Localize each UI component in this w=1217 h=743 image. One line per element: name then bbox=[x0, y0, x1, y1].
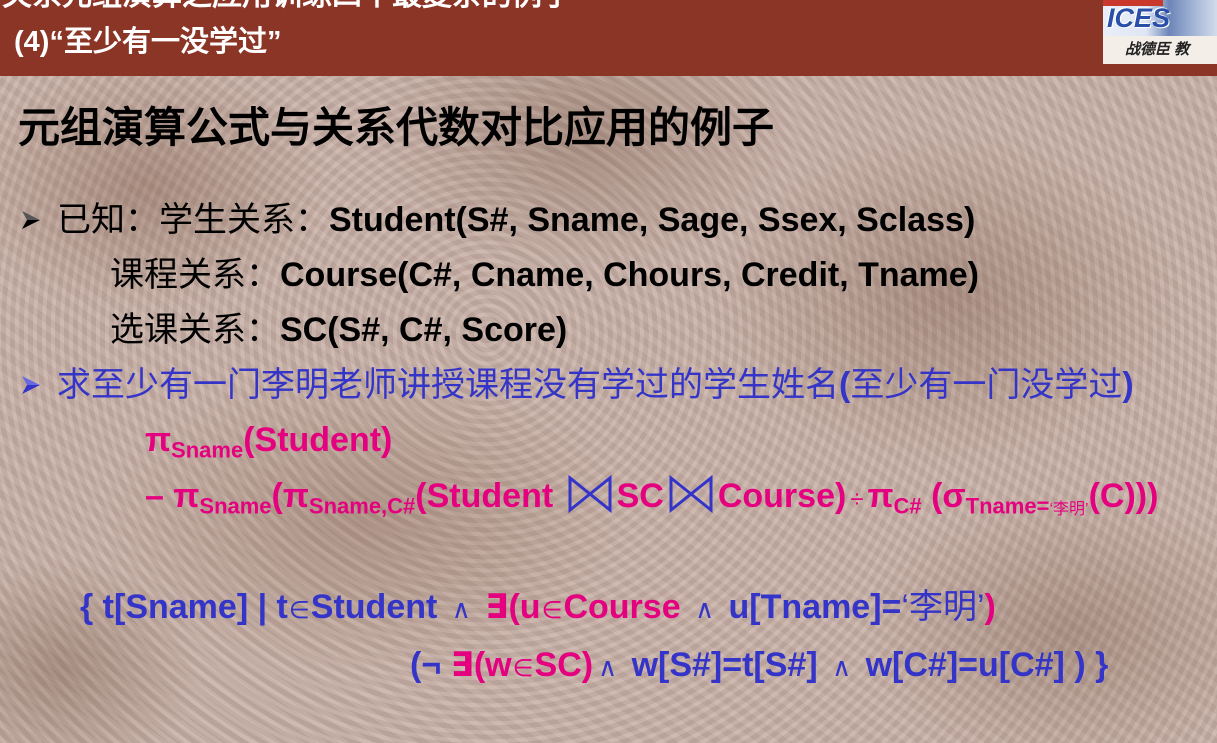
relation-label: 课程关系： bbox=[110, 256, 280, 294]
question-line: 求至少有一门李明老师讲授课程没有学过的学生姓名(至少有一门没学过) bbox=[57, 365, 1134, 405]
formula-segment: ∃(w bbox=[450, 646, 512, 684]
pi-symbol: π bbox=[145, 421, 172, 459]
page-title: 元组演算公式与关系代数对比应用的例子 bbox=[18, 104, 775, 151]
formula-segment: Course) bbox=[717, 477, 847, 515]
division-symbol: ÷ bbox=[850, 486, 864, 513]
slide: 关系元组演算之应用训练四个最复杂的例子 (4)“至少有一没学过” ICES 战德… bbox=[0, 0, 1217, 743]
formula-segment: (¬ bbox=[410, 646, 451, 684]
and-symbol: ∧ bbox=[695, 594, 715, 624]
formula-segment: (Student) bbox=[243, 421, 393, 459]
relation-schema: Student(S#, Sname, Sage, Ssex, Sclass) bbox=[329, 201, 976, 239]
known-line-sc: 选课关系：SC(S#, C#, Score) bbox=[110, 310, 567, 350]
subscript: ‘李明’ bbox=[1049, 501, 1089, 519]
formula-segment: ‘李明’ bbox=[901, 588, 985, 626]
formula-segment: { t[Sname] | t bbox=[80, 588, 288, 626]
question-note: 至少有一门没学过 bbox=[850, 366, 1123, 404]
relation-schema: Course(C#, Cname, Chours, Credit, Tname) bbox=[280, 256, 980, 294]
and-symbol: ∧ bbox=[451, 594, 471, 624]
formula-segment: ) bbox=[984, 588, 996, 626]
element-of-symbol: ∈ bbox=[512, 655, 534, 682]
arrowhead-bullet-icon bbox=[22, 376, 40, 394]
header-bar: 关系元组演算之应用训练四个最复杂的例子 (4)“至少有一没学过” bbox=[0, 0, 1217, 76]
formula-segment: SC bbox=[616, 477, 664, 515]
formula-segment: (C))) bbox=[1088, 477, 1159, 515]
calculus-line-1: { t[Sname] | t∈Student ∧ ∃(u∈Course ∧ u[… bbox=[80, 587, 996, 631]
subscript: Sname,C# bbox=[308, 493, 416, 519]
formula-segment: (σ bbox=[921, 477, 966, 515]
element-of-symbol: ∈ bbox=[541, 597, 563, 624]
formula-segment: Course bbox=[563, 588, 691, 626]
subscript: Sname bbox=[171, 437, 244, 463]
formula-segment: (π bbox=[271, 477, 309, 515]
and-symbol: ∧ bbox=[832, 652, 852, 682]
known-line-student: 已知：学生关系：Student(S#, Sname, Sage, Ssex, S… bbox=[57, 200, 975, 240]
relation-label: 学生关系： bbox=[159, 201, 329, 239]
header-subtitle: (4)“至少有一没学过” bbox=[14, 26, 282, 58]
algebra-line-2: – πSname(πSname,C#(Student SC Course) ÷ πC#… bbox=[145, 475, 1158, 520]
known-line-course: 课程关系：Course(C#, Cname, Chours, Credit, T… bbox=[110, 255, 979, 295]
question-note-close: ) bbox=[1122, 366, 1134, 404]
pi-symbol: π bbox=[867, 477, 894, 515]
formula-segment: w[C#]=u[C#] ) } bbox=[856, 646, 1109, 684]
formula-segment: w[S#]=t[S#] bbox=[622, 646, 828, 684]
logo-text: ICES bbox=[1107, 3, 1171, 33]
logo-image: ICES bbox=[1103, 0, 1217, 36]
formula-segment: SC) bbox=[534, 646, 594, 684]
author-caption: 战德臣 教 bbox=[1125, 41, 1190, 58]
and-symbol: ∧ bbox=[598, 652, 618, 682]
question-note-open: ( bbox=[839, 366, 851, 404]
formula-segment: u[Tname]= bbox=[719, 588, 902, 626]
minus-pi-symbol: – π bbox=[145, 477, 200, 515]
natural-join-icon bbox=[669, 475, 713, 513]
course-logo: ICES 战德臣 教 bbox=[1103, 0, 1217, 64]
header-top-line: 关系元组演算之应用训练四个最复杂的例子 bbox=[2, 0, 572, 13]
subscript: C# bbox=[893, 493, 922, 519]
natural-join-icon bbox=[568, 475, 612, 513]
question-text: 求至少有一门李明老师讲授课程没有学过的学生姓名 bbox=[57, 366, 839, 404]
relation-label: 选课关系： bbox=[110, 311, 280, 349]
arrowhead-bullet-icon bbox=[22, 211, 40, 229]
relation-schema: SC(S#, C#, Score) bbox=[280, 311, 568, 349]
known-lead: 已知： bbox=[57, 201, 159, 239]
formula-segment: ∃(u bbox=[475, 588, 541, 626]
subscript: Tname= bbox=[965, 493, 1050, 519]
element-of-symbol: ∈ bbox=[288, 597, 310, 624]
subscript: Sname bbox=[199, 493, 272, 519]
formula-segment: (Student bbox=[415, 477, 563, 515]
formula-segment: Student bbox=[310, 588, 447, 626]
calculus-line-2: (¬ ∃(w∈SC) ∧ w[S#]=t[S#] ∧ w[C#]=u[C#] ) … bbox=[410, 645, 1108, 689]
algebra-line-1: πSname(Student) bbox=[145, 420, 393, 463]
